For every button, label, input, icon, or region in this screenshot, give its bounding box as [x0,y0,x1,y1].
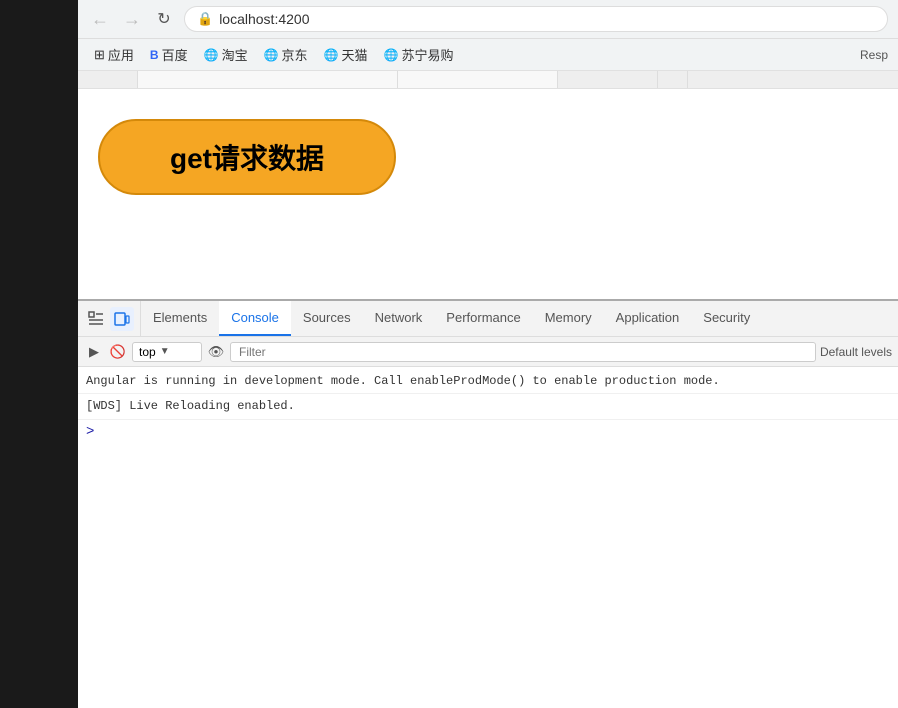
lock-icon: 🔒 [197,11,213,27]
address-bar[interactable]: 🔒 localhost:4200 [184,6,888,32]
get-request-button[interactable]: get请求数据 [98,119,396,195]
devtools-inspect-icon[interactable] [84,307,108,331]
suning-icon: 🌐 [384,48,399,62]
tab-memory[interactable]: Memory [533,301,604,336]
default-levels-label: Default levels [820,345,892,359]
baidu-label: 百度 [162,45,188,64]
nav-bar: ← → ↻ 🔒 localhost:4200 [78,0,898,39]
bookmark-jd[interactable]: 🌐 京东 [258,43,314,66]
tab-sources[interactable]: Sources [291,301,363,336]
left-sidebar [0,0,78,708]
console-line-1: Angular is running in development mode. … [78,369,898,394]
console-block-button[interactable]: 🚫 [108,342,128,362]
bookmark-baidu[interactable]: B 百度 [144,43,194,66]
taobao-icon: 🌐 [204,48,219,62]
taobao-label: 淘宝 [222,45,248,64]
devtools-icons [78,301,141,336]
page-content: get请求数据 [78,89,898,299]
suning-label: 苏宁易购 [401,45,453,64]
apps-icon: ⊞ [94,47,105,63]
tmall-icon: 🌐 [324,48,339,62]
console-output: Angular is running in development mode. … [78,367,898,708]
jd-icon: 🌐 [264,48,279,62]
context-value: top [139,345,156,359]
context-dropdown-icon: ▼ [160,346,170,357]
tmall-label: 天猫 [342,45,368,64]
apps-label: 应用 [108,45,134,64]
tab-application[interactable]: Application [604,301,692,336]
bookmark-apps[interactable]: ⊞ 应用 [88,43,140,66]
reload-button[interactable]: ↻ [152,7,176,31]
console-clear-button[interactable]: ▶ [84,342,104,362]
console-prompt-line[interactable]: > [78,420,898,444]
tab-security[interactable]: Security [691,301,762,336]
baidu-icon: B [150,48,159,62]
console-eye-button[interactable]: 👁 [206,342,226,362]
devtools-tabbar: Elements Console Sources Network Perform… [78,301,898,337]
jd-label: 京东 [282,45,308,64]
console-line-2: [WDS] Live Reloading enabled. [78,394,898,419]
bookmark-taobao[interactable]: 🌐 淘宝 [198,43,254,66]
context-selector[interactable]: top ▼ [132,342,202,362]
tab-console[interactable]: Console [219,301,291,336]
browser-window: ← → ↻ 🔒 localhost:4200 ⊞ 应用 B 百度 🌐 淘宝 [78,0,898,708]
tab-network[interactable]: Network [363,301,435,336]
console-filter-input[interactable] [230,342,816,362]
measurement-strip [78,71,898,89]
bookmarks-bar: ⊞ 应用 B 百度 🌐 淘宝 🌐 京东 🌐 天猫 🌐 苏宁易购 [78,39,898,71]
devtools-panel: Elements Console Sources Network Perform… [78,299,898,708]
resp-label: Resp [860,48,888,62]
forward-button[interactable]: → [120,7,144,31]
back-button[interactable]: ← [88,7,112,31]
prompt-symbol: > [86,424,94,440]
devtools-device-icon[interactable] [110,307,134,331]
bookmark-suning[interactable]: 🌐 苏宁易购 [378,43,460,66]
bookmark-tmall[interactable]: 🌐 天猫 [318,43,374,66]
tab-performance[interactable]: Performance [434,301,532,336]
url-text: localhost:4200 [219,11,309,27]
console-toolbar: ▶ 🚫 top ▼ 👁 Default levels [78,337,898,367]
tab-elements[interactable]: Elements [141,301,219,336]
